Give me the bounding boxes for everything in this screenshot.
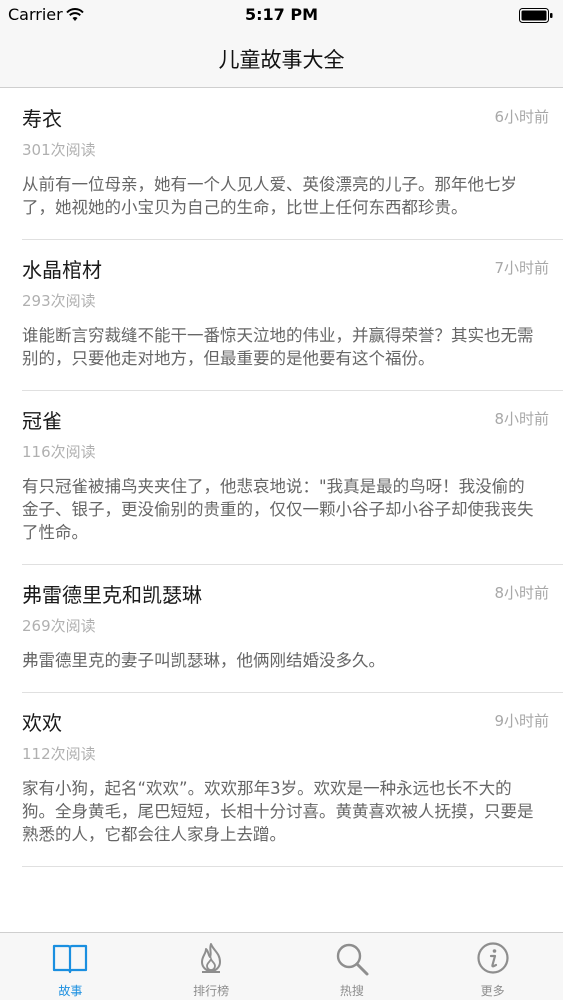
story-time: 6小时前 xyxy=(494,108,549,126)
story-title: 寿衣 xyxy=(22,107,62,131)
story-read-count: 301次阅读 xyxy=(22,141,96,159)
tab-label: 更多 xyxy=(480,984,505,998)
flame-icon xyxy=(141,941,282,977)
story-list[interactable]: 寿衣 6小时前 301次阅读 从前有一位母亲，她有一个人见人爱、英俊漂亮的儿子。… xyxy=(0,89,563,932)
navigation-bar: 儿童故事大全 xyxy=(0,30,563,88)
status-bar: Carrier 5:17 PM xyxy=(0,0,563,30)
battery-icon xyxy=(519,8,553,27)
divider xyxy=(22,866,563,867)
story-item[interactable]: 寿衣 6小时前 301次阅读 从前有一位母亲，她有一个人见人爱、英俊漂亮的儿子。… xyxy=(0,89,563,239)
story-time: 8小时前 xyxy=(494,584,549,602)
story-title: 冠雀 xyxy=(22,409,62,433)
info-icon xyxy=(422,941,563,977)
story-read-count: 112次阅读 xyxy=(22,745,96,763)
story-excerpt: 谁能断言穷裁缝不能干一番惊天泣地的伟业，并赢得荣誉？其实也无需别的，只要他走对地… xyxy=(22,326,534,368)
story-read-count: 116次阅读 xyxy=(22,443,96,461)
story-item[interactable]: 冠雀 8小时前 116次阅读 有只冠雀被捕鸟夹夹住了，他悲哀地说："我真是最的鸟… xyxy=(0,391,563,564)
clock: 5:17 PM xyxy=(244,5,318,24)
story-title: 水晶棺材 xyxy=(22,258,102,282)
story-item[interactable]: 水晶棺材 7小时前 293次阅读 谁能断言穷裁缝不能干一番惊天泣地的伟业，并赢得… xyxy=(0,240,563,390)
story-time: 8小时前 xyxy=(494,410,549,428)
tab-stories[interactable]: 故事 xyxy=(0,933,141,1000)
story-time: 9小时前 xyxy=(494,712,549,730)
tab-ranking[interactable]: 排行榜 xyxy=(141,933,282,1000)
story-item[interactable]: 欢欢 9小时前 112次阅读 家有小狗，起名“欢欢”。欢欢那年3岁。欢欢是一种永… xyxy=(0,693,563,866)
tab-bar: 故事 排行榜 热搜 更多 xyxy=(0,932,563,1000)
story-excerpt: 弗雷德里克的妻子叫凯瑟琳，他俩刚结婚没多久。 xyxy=(22,651,385,670)
tab-more[interactable]: 更多 xyxy=(422,933,563,1000)
story-read-count: 269次阅读 xyxy=(22,617,96,635)
search-icon xyxy=(282,941,423,977)
story-title: 弗雷德里克和凯瑟琳 xyxy=(22,583,202,607)
page-title: 儿童故事大全 xyxy=(218,48,345,72)
book-icon xyxy=(0,941,141,977)
story-item[interactable]: 弗雷德里克和凯瑟琳 8小时前 269次阅读 弗雷德里克的妻子叫凯瑟琳，他俩刚结婚… xyxy=(0,565,563,692)
tab-trending-search[interactable]: 热搜 xyxy=(282,933,423,1000)
tab-label: 热搜 xyxy=(339,984,364,998)
story-excerpt: 家有小狗，起名“欢欢”。欢欢那年3岁。欢欢是一种永远也长不大的狗。全身黄毛，尾巴… xyxy=(22,779,534,844)
story-read-count: 293次阅读 xyxy=(22,292,96,310)
story-excerpt: 从前有一位母亲，她有一个人见人爱、英俊漂亮的儿子。那年他七岁了，她视她的小宝贝为… xyxy=(22,175,517,217)
story-title: 欢欢 xyxy=(22,711,62,735)
story-excerpt: 有只冠雀被捕鸟夹夹住了，他悲哀地说："我真是最的鸟呀！我没偷的金子、银子，更没偷… xyxy=(22,477,534,542)
tab-label: 故事 xyxy=(58,984,83,998)
tab-label: 排行榜 xyxy=(193,984,230,998)
story-time: 7小时前 xyxy=(494,259,549,277)
